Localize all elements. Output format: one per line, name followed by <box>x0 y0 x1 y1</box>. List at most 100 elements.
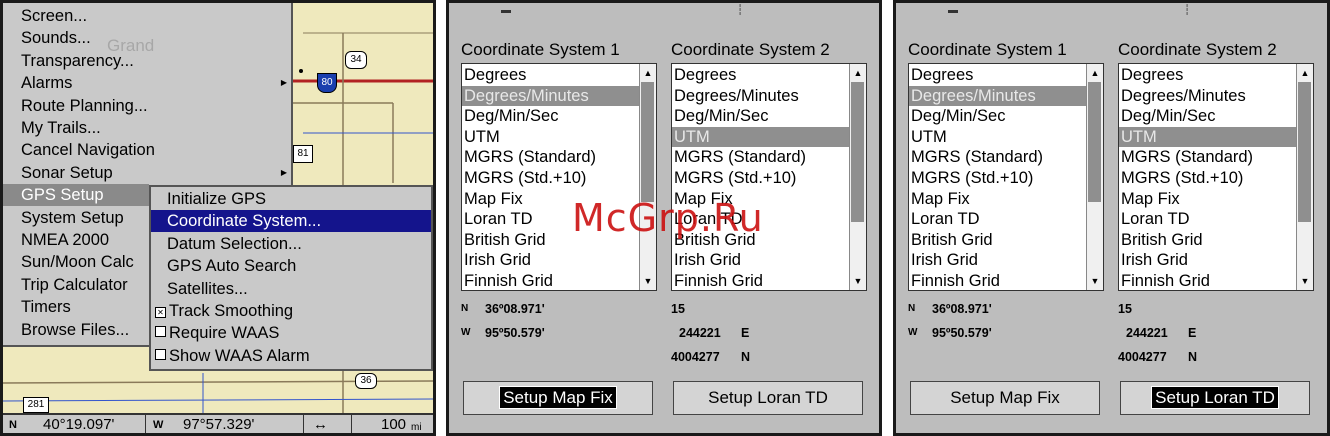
menu-item[interactable]: My Trails... <box>3 117 291 139</box>
list-option[interactable]: MGRS (Std.+10) <box>1119 168 1297 189</box>
list-option[interactable]: Finnish Grid <box>1119 271 1297 290</box>
list-option[interactable]: Degrees/Minutes <box>462 85 640 107</box>
scroll-up-arrow-icon[interactable]: ▲ <box>640 66 656 80</box>
coordinate-system-1-list[interactable]: Degrees Degrees/Minutes Deg/Min/Sec UTM MGRS… <box>908 63 1104 291</box>
top-frame-strip: ▬ ┆ <box>449 3 879 17</box>
coordinate-system-2-list[interactable]: Degrees Degrees/Minutes Deg/Min/Sec UTM MGRS… <box>1118 63 1314 291</box>
utm-zone: 15 <box>671 302 685 316</box>
utm-easting-suffix: E <box>741 326 750 340</box>
submenu-item[interactable]: GPS Auto Search <box>151 255 431 277</box>
list-option[interactable]: MGRS (Standard) <box>909 147 1087 168</box>
scroll-up-arrow-icon[interactable]: ▲ <box>1297 66 1313 80</box>
list-option[interactable]: Irish Grid <box>1119 250 1297 271</box>
list-option[interactable]: MGRS (Standard) <box>672 147 850 168</box>
list-option[interactable]: Degrees/Minutes <box>909 85 1087 107</box>
list-option[interactable]: Degrees <box>672 65 850 86</box>
scroll-down-arrow-icon[interactable]: ▼ <box>1087 274 1103 288</box>
list-option[interactable]: Deg/Min/Sec <box>909 106 1087 127</box>
list-option[interactable]: British Grid <box>1119 230 1297 251</box>
utm-northing-suffix: N <box>1188 350 1198 364</box>
list-option[interactable]: Deg/Min/Sec <box>672 106 850 127</box>
list-option[interactable]: Finnish Grid <box>909 271 1087 290</box>
list-option[interactable]: British Grid <box>909 230 1087 251</box>
list-option[interactable]: Irish Grid <box>462 250 640 271</box>
submenu-item[interactable]: Initialize GPS <box>151 188 431 210</box>
checkbox-unchecked-icon[interactable] <box>155 326 166 338</box>
scroll-down-arrow-icon[interactable]: ▼ <box>1297 274 1313 288</box>
list-option[interactable]: UTM <box>1119 126 1297 148</box>
list-option[interactable]: MGRS (Std.+10) <box>909 168 1087 189</box>
scroll-down-arrow-icon[interactable]: ▼ <box>640 274 656 288</box>
menu-item[interactable]: Route Planning... <box>3 95 291 117</box>
road-shield-34: 34 <box>345 51 367 69</box>
setup-map-fix-button[interactable]: Setup Map Fix <box>463 381 653 415</box>
submenu-item[interactable]: Show WAAS Alarm <box>151 345 431 367</box>
list-option[interactable]: Degrees/Minutes <box>672 86 850 107</box>
list-option[interactable]: Degrees <box>909 65 1087 86</box>
submenu-item[interactable]: Coordinate System... <box>151 210 431 233</box>
latitude-prefix: N <box>9 419 17 431</box>
list-scrollbar[interactable]: ▲ ▼ <box>849 64 866 290</box>
list-option[interactable]: UTM <box>462 127 640 148</box>
list-option[interactable]: Map Fix <box>1119 189 1297 210</box>
menu-item-label: System Setup <box>21 208 124 227</box>
setup-loran-td-button[interactable]: Setup Loran TD <box>673 381 863 415</box>
zoom-level: 100 <box>381 416 407 433</box>
checkbox-checked-icon[interactable]: ✕ <box>155 307 166 318</box>
list-option[interactable]: MGRS (Std.+10) <box>462 168 640 189</box>
list-option[interactable]: Map Fix <box>909 189 1087 210</box>
list-scrollbar[interactable]: ▲ ▼ <box>639 64 656 290</box>
zoom-unit: mi <box>411 422 422 433</box>
submenu-item[interactable]: Satellites... <box>151 278 431 300</box>
zoom-arrows-icon: ↔ <box>313 416 328 433</box>
menu-item[interactable]: Screen... <box>3 5 291 27</box>
list-option[interactable]: UTM <box>672 126 850 148</box>
scroll-thumb[interactable] <box>1298 82 1311 222</box>
submenu-item-label: Show WAAS Alarm <box>169 346 310 365</box>
list-option[interactable]: Loran TD <box>909 209 1087 230</box>
list-option[interactable]: Finnish Grid <box>672 271 850 290</box>
menu-item[interactable]: Alarms ▶ <box>3 72 291 94</box>
coordinate-system-2-list[interactable]: Degrees Degrees/Minutes Deg/Min/Sec UTM MGRS… <box>671 63 867 291</box>
setup-map-fix-button[interactable]: Setup Map Fix <box>910 381 1100 415</box>
scroll-thumb[interactable] <box>851 82 864 222</box>
menu-item[interactable]: GPS Setup <box>3 184 149 207</box>
list-option[interactable]: Deg/Min/Sec <box>1119 106 1297 127</box>
setup-map-fix-label: Setup Map Fix <box>499 386 617 409</box>
list-option[interactable]: MGRS (Std.+10) <box>672 168 850 189</box>
frame-tick: ▬ <box>948 5 958 16</box>
scroll-up-arrow-icon[interactable]: ▲ <box>850 66 866 80</box>
list-scrollbar[interactable]: ▲ ▼ <box>1086 64 1103 290</box>
latitude-readout: 40°19.097' <box>43 416 115 433</box>
list-option[interactable]: MGRS (Standard) <box>462 147 640 168</box>
latitude-prefix: N <box>908 303 916 314</box>
list-option[interactable]: MGRS (Standard) <box>1119 147 1297 168</box>
checkbox-unchecked-icon[interactable] <box>155 348 166 360</box>
scroll-thumb[interactable] <box>1088 82 1101 202</box>
list-option[interactable]: Loran TD <box>1119 209 1297 230</box>
submenu-item[interactable]: ✕ Track Smoothing <box>151 300 431 322</box>
scroll-down-arrow-icon[interactable]: ▼ <box>850 274 866 288</box>
list-option[interactable]: Degrees <box>1119 65 1297 86</box>
list-option[interactable]: Deg/Min/Sec <box>462 106 640 127</box>
list-option[interactable]: Degrees <box>462 65 640 86</box>
top-frame-strip: ▬ ┆ <box>896 3 1327 17</box>
list-option[interactable]: UTM <box>909 127 1087 148</box>
list-option[interactable]: Irish Grid <box>672 250 850 271</box>
list-option[interactable]: Degrees/Minutes <box>1119 86 1297 107</box>
submenu-item[interactable]: Require WAAS <box>151 322 431 344</box>
menu-item[interactable]: Cancel Navigation <box>3 139 291 161</box>
menu-item[interactable]: Sonar Setup ▶ <box>3 162 291 184</box>
submenu-item-label: Satellites... <box>167 279 248 298</box>
setup-loran-td-button[interactable]: Setup Loran TD <box>1120 381 1310 415</box>
list-scrollbar[interactable]: ▲ ▼ <box>1296 64 1313 290</box>
scroll-up-arrow-icon[interactable]: ▲ <box>1087 66 1103 80</box>
submenu-item[interactable]: Datum Selection... <box>151 233 431 255</box>
scroll-thumb[interactable] <box>641 82 654 202</box>
submenu-item-label: Initialize GPS <box>167 190 267 208</box>
list-option[interactable]: Irish Grid <box>909 250 1087 271</box>
road-shield-80: 80 <box>317 73 337 93</box>
coordinate-system-1-list[interactable]: Degrees Degrees/Minutes Deg/Min/Sec UTM MGRS… <box>461 63 657 291</box>
list-option[interactable]: Finnish Grid <box>462 271 640 290</box>
menu-item-label: Browse Files... <box>21 320 130 339</box>
